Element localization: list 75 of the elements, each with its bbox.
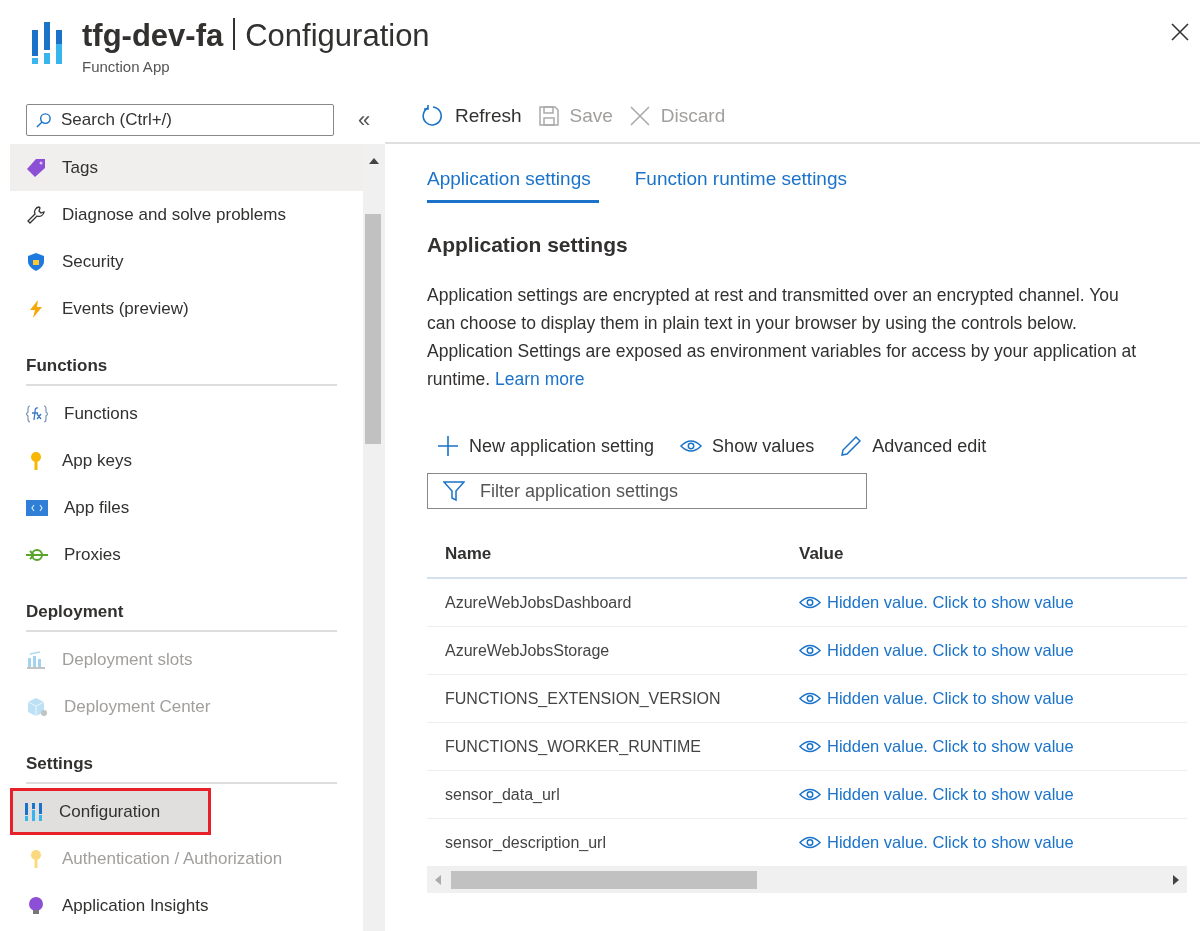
- search-icon: [35, 112, 52, 129]
- scroll-thumb[interactable]: [451, 871, 757, 889]
- description: Application settings are encrypted at rest and transmitted over an encrypted channel. You can choose to display them in plain text in your browser by using the controls below. Application Settings are exposed as environment variables for access by your application at runtime. Learn more: [427, 284, 1138, 391]
- toolbar-button[interactable]: Refresh: [421, 104, 522, 128]
- close-icon[interactable]: [1170, 22, 1190, 42]
- table-cell-text: AzureWebJobsStorage: [444, 641, 611, 660]
- collapse-button[interactable]: «: [354, 107, 375, 133]
- table-cell-text: FUNCTIONS_WORKER_RUNTIME: [444, 737, 702, 756]
- table-cell-text: sensor_data_url: [444, 785, 561, 804]
- table-cell-text: sensor_description_url: [444, 833, 607, 852]
- resource-name: tfg-dev-fa: [82, 18, 224, 53]
- sidebar-item[interactable]: Events (preview): [10, 285, 363, 332]
- eye-icon: [799, 836, 821, 849]
- close-icon: [628, 105, 651, 127]
- tag-icon: [26, 157, 46, 178]
- scroll-right-icon[interactable]: [1173, 875, 1179, 885]
- sidebar-item[interactable]: Proxies: [10, 531, 363, 578]
- scroll-thumb[interactable]: [365, 214, 381, 444]
- resource-type: Function App: [82, 58, 171, 75]
- function-app-logo-icon: [30, 22, 64, 64]
- sidebar-item[interactable]: Security: [10, 238, 363, 285]
- bar-chart-icon: [26, 649, 46, 670]
- hidden-value-link[interactable]: Hidden value. Click to show value: [827, 593, 1074, 612]
- section-heading: Settings: [26, 730, 337, 784]
- cube-icon: [26, 696, 48, 717]
- sliders-icon: [23, 801, 43, 822]
- scroll-up-icon[interactable]: [369, 158, 379, 164]
- filter-field[interactable]: Filter application settings: [427, 473, 867, 509]
- wrench-icon: [26, 204, 46, 225]
- section-heading: Deployment: [26, 578, 337, 632]
- proxy-icon: [26, 547, 48, 562]
- filter-icon: [443, 480, 465, 502]
- sidebar-item[interactable]: Functions: [10, 390, 363, 437]
- column-header: Value: [799, 544, 845, 564]
- shield-icon: [26, 251, 46, 272]
- action-button[interactable]: New application setting: [437, 435, 655, 457]
- eye-icon: [680, 439, 703, 453]
- sidebar-item[interactable]: Tags: [10, 144, 363, 191]
- table-cell-text: AzureWebJobsDashboard: [444, 593, 633, 612]
- page-title: Configuration: [245, 18, 430, 53]
- plus-icon: [437, 435, 459, 457]
- sidebar-item[interactable]: Application Insights: [10, 882, 363, 929]
- hidden-value-link[interactable]: Hidden value. Click to show value: [827, 689, 1074, 708]
- code-window-icon: [26, 498, 48, 517]
- lightbulb-icon: [26, 895, 46, 916]
- horizontal-scrollbar[interactable]: [427, 867, 1187, 893]
- hidden-value-link[interactable]: Hidden value. Click to show value: [827, 737, 1074, 756]
- scroll-left-icon[interactable]: [435, 875, 441, 885]
- column-header: Name: [444, 544, 493, 564]
- eye-icon: [799, 740, 821, 753]
- hidden-value-link[interactable]: Hidden value. Click to show value: [827, 833, 1074, 852]
- section-heading: Functions: [26, 332, 337, 386]
- eye-icon: [799, 644, 821, 657]
- save-icon: [537, 105, 560, 127]
- pencil-icon: [840, 435, 863, 457]
- section-title: Application settings: [427, 233, 629, 257]
- action-button[interactable]: Show values: [680, 435, 815, 457]
- eye-icon: [799, 692, 821, 705]
- sidebar-item[interactable]: App files: [10, 484, 363, 531]
- hidden-value-link[interactable]: Hidden value. Click to show value: [827, 641, 1074, 660]
- scrollbar[interactable]: [363, 144, 385, 931]
- refresh-icon: [421, 104, 445, 128]
- eye-icon: [799, 788, 821, 801]
- sidebar-item[interactable]: Configuration: [10, 788, 211, 835]
- learn-more-link[interactable]: Learn more: [495, 369, 585, 389]
- action-button[interactable]: Advanced edit: [840, 435, 987, 457]
- function-icon: [26, 403, 48, 424]
- hidden-value-link[interactable]: Hidden value. Click to show value: [827, 785, 1074, 804]
- table-cell-text: FUNCTIONS_EXTENSION_VERSION: [444, 689, 722, 708]
- eye-icon: [799, 596, 821, 609]
- tab[interactable]: Application settings: [427, 164, 599, 203]
- search-field[interactable]: Search (Ctrl+/): [26, 104, 334, 136]
- tab[interactable]: Function runtime settings: [634, 164, 847, 203]
- sidebar-item[interactable]: Diagnose and solve problems: [10, 191, 363, 238]
- sidebar-item[interactable]: App keys: [10, 437, 363, 484]
